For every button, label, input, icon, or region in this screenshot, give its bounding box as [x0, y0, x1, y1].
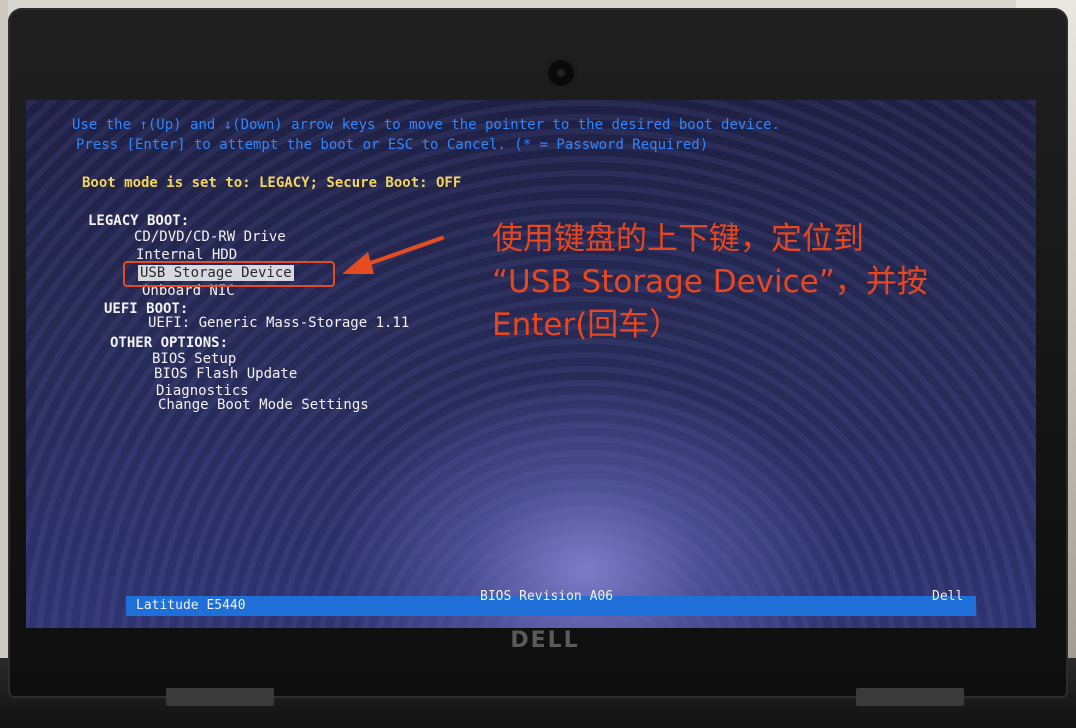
uefi-boot-header: UEFI BOOT:	[104, 301, 189, 317]
webcam-icon	[548, 60, 574, 86]
option-diagnostics[interactable]: Diagnostics	[156, 384, 249, 398]
boot-item-cd-dvd[interactable]: CD/DVD/CD-RW Drive	[134, 230, 286, 244]
boot-item-uefi-generic[interactable]: UEFI: Generic Mass-Storage 1.11	[148, 316, 409, 330]
boot-mode-status: Boot mode is set to: LEGACY; Secure Boot…	[82, 175, 462, 191]
dell-logo: DELL	[510, 628, 580, 653]
instruction-line-2: Press [Enter] to attempt the boot or ESC…	[76, 137, 709, 153]
hinge-left	[166, 688, 274, 706]
bios-revision-label: BIOS Revision A06	[480, 589, 614, 604]
option-change-boot-mode[interactable]: Change Boot Mode Settings	[158, 398, 369, 412]
option-bios-setup[interactable]: BIOS Setup	[152, 352, 236, 366]
option-bios-flash-update[interactable]: BIOS Flash Update	[154, 367, 297, 381]
usb-highlight-box	[123, 261, 335, 287]
instruction-line-1: Use the ↑(Up) and ↓(Down) arrow keys to …	[72, 117, 781, 133]
boot-item-internal-hdd[interactable]: Internal HDD	[136, 248, 237, 262]
brand-label: Dell	[932, 589, 964, 604]
desk-background-left	[0, 0, 8, 728]
pointer-arrow-icon	[342, 236, 444, 274]
instruction-annotation: 使用键盘的上下键，定位到 “USB Storage Device”，并按 Ent…	[492, 221, 928, 343]
bios-boot-menu-screen: Use the ↑(Up) and ↓(Down) arrow keys to …	[26, 100, 1036, 628]
other-options-header: OTHER OPTIONS:	[110, 335, 229, 351]
bios-status-bar: Latitude E5440 BIOS Revision A06 Dell	[126, 590, 976, 616]
hinge-right	[856, 688, 964, 706]
model-label: Latitude E5440	[136, 598, 246, 613]
legacy-boot-header: LEGACY BOOT:	[88, 213, 190, 229]
